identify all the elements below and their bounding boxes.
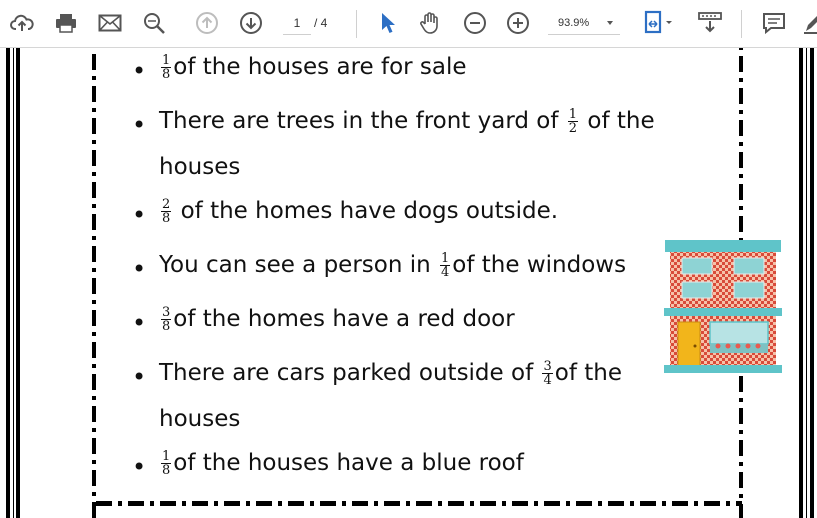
bullet-dot: • — [132, 57, 147, 85]
bullet-dot: • — [132, 363, 147, 391]
chevron-down-icon — [607, 21, 613, 25]
zoom-out-icon[interactable] — [463, 11, 487, 35]
select-cursor-icon[interactable] — [376, 11, 400, 35]
page-border-stripe — [799, 48, 803, 518]
page-number-input[interactable]: 1 — [283, 12, 311, 35]
fraction: 34 — [542, 359, 553, 388]
bullet-dot: • — [132, 111, 147, 139]
cloud-upload-icon[interactable] — [10, 11, 34, 35]
next-page-icon[interactable] — [239, 11, 263, 35]
list-item-continuation: houses — [159, 406, 241, 432]
list-item: There are trees in the front yard of 12 … — [159, 107, 655, 136]
building-illustration — [664, 240, 782, 373]
dashed-frame-bottom — [96, 501, 742, 506]
list-item: 3 8 of the homes have a red door — [161, 305, 515, 334]
bullet-dot: • — [132, 309, 147, 337]
page-border-stripe — [6, 48, 10, 518]
zoom-search-icon[interactable] — [142, 11, 166, 35]
document-page: • 1 8 of the houses are for sale • There a… — [0, 48, 817, 518]
fraction: 12 — [567, 107, 579, 136]
fraction: 38 — [161, 305, 172, 334]
page-border-stripe — [806, 48, 807, 518]
page-border-stripe — [16, 48, 20, 518]
toolbar-divider — [356, 10, 357, 38]
pen-icon[interactable] — [800, 11, 817, 35]
page-total-label: / 4 — [314, 16, 328, 30]
zoom-value: 93.9% — [558, 17, 590, 29]
page-border-stripe — [810, 48, 814, 518]
mail-icon[interactable] — [98, 11, 122, 35]
list-item: 1 8 of the houses have a blue roof — [161, 449, 524, 478]
list-item: You can see a person in 1 4 of the windows — [159, 251, 627, 280]
page-border-stripe — [13, 48, 14, 518]
fraction: 18 — [161, 449, 172, 478]
comment-icon[interactable] — [762, 11, 786, 35]
fraction: 28 — [161, 197, 172, 226]
fraction: 14 — [440, 251, 451, 280]
prev-page-icon[interactable] — [195, 11, 219, 35]
hand-tool-icon[interactable] — [418, 11, 442, 35]
print-icon[interactable] — [54, 11, 78, 35]
list-item: 1 8 of the houses are for sale — [161, 53, 467, 82]
bullet-dot: • — [132, 453, 147, 481]
toolbar-divider — [741, 10, 742, 38]
bullet-dot: • — [132, 255, 147, 283]
pdf-toolbar: 1 / 4 93.9% — [0, 0, 817, 48]
bullet-dot: • — [132, 201, 147, 229]
zoom-select[interactable]: 93.9% — [548, 12, 620, 35]
list-item: There are cars parked outside of 3 4 of th… — [159, 359, 622, 388]
list-item: 28 of the homes have dogs outside. — [161, 197, 559, 226]
scroll-mode-icon[interactable] — [697, 11, 723, 35]
fit-page-icon[interactable] — [643, 10, 677, 35]
fraction: 18 — [161, 53, 172, 82]
list-item-continuation: houses — [159, 154, 241, 180]
dashed-frame-left — [92, 48, 96, 518]
zoom-in-icon[interactable] — [506, 11, 530, 35]
